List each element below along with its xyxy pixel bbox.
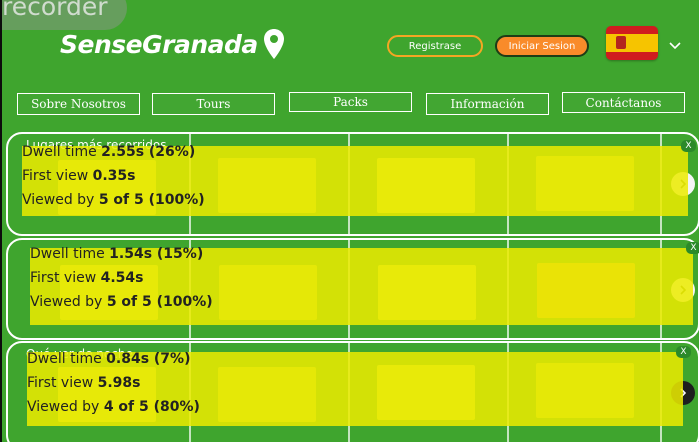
- spain-flag-icon[interactable]: [606, 26, 658, 60]
- login-button[interactable]: Iniciar Sesion: [495, 35, 589, 57]
- page: recorder SenseGranada Registrase Iniciar…: [2, 0, 699, 442]
- viewed-by: Viewed by 5 of 5 (100%): [22, 192, 205, 208]
- site-logo[interactable]: SenseGranada: [60, 28, 285, 60]
- close-icon[interactable]: X: [686, 242, 699, 254]
- nav-packs[interactable]: Packs: [289, 92, 412, 112]
- nav-informacion[interactable]: Información: [426, 93, 549, 115]
- viewed-by: Viewed by 4 of 5 (80%): [27, 399, 200, 415]
- first-view: First view 5.98s: [27, 375, 141, 391]
- nav-sobre-nosotros[interactable]: Sobre Nosotros: [17, 93, 140, 115]
- nav-tours[interactable]: Tours: [152, 93, 275, 115]
- dwell-time: Dwell time 1.54s (15%): [30, 246, 204, 262]
- heatmap-stats-overlay: Dwell time 1.54s (15%) First view 4.54s …: [30, 242, 699, 325]
- map-pin-icon: [263, 28, 285, 60]
- recorder-label: recorder: [2, 0, 108, 21]
- heatmap-stats-overlay: Dwell time 0.84s (7%) First view 5.98s V…: [27, 346, 691, 426]
- dwell-time: Dwell time 2.55s (26%): [22, 144, 196, 160]
- logo-text: SenseGranada: [60, 29, 258, 59]
- dwell-time: Dwell time 0.84s (7%): [27, 351, 191, 367]
- heatmap-stats-overlay: Dwell time 2.55s (26%) First view 0.35s …: [22, 140, 696, 216]
- nav-contactanos[interactable]: Contáctanos: [562, 92, 685, 113]
- close-icon[interactable]: X: [676, 346, 691, 358]
- chevron-down-icon[interactable]: [668, 38, 682, 52]
- close-icon[interactable]: X: [681, 140, 696, 152]
- first-view: First view 0.35s: [22, 168, 136, 184]
- viewed-by: Viewed by 5 of 5 (100%): [30, 294, 213, 310]
- register-button[interactable]: Registrase: [387, 35, 483, 57]
- first-view: First view 4.54s: [30, 270, 144, 286]
